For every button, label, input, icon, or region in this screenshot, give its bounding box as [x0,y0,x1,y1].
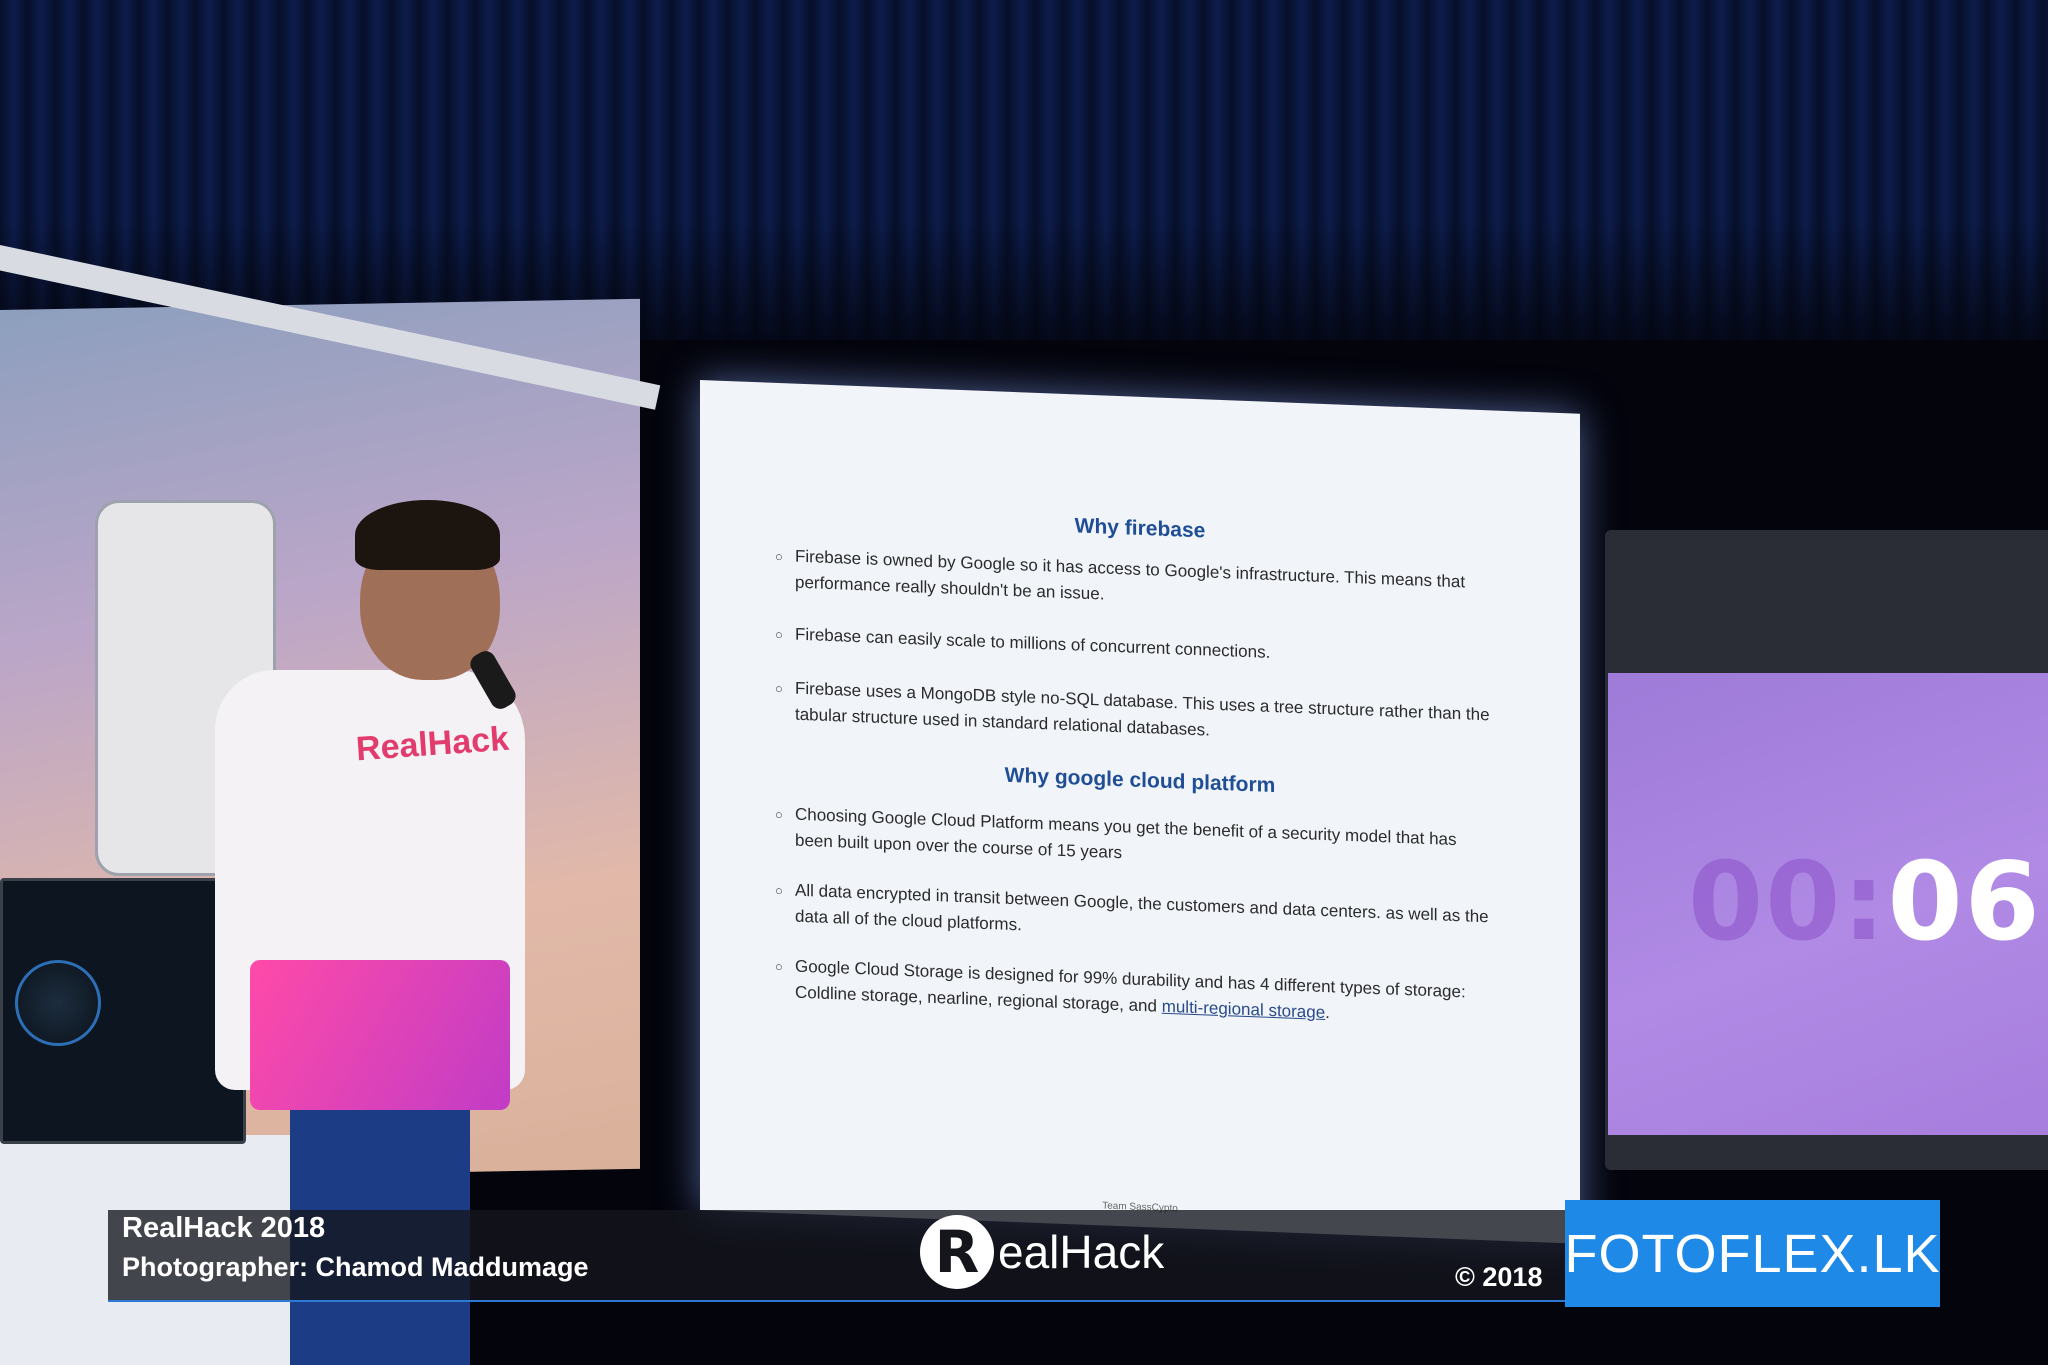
watermark-copyright: © 2018 [1455,1262,1543,1292]
slide-bullet: ○ Choosing Google Cloud Platform means yo… [775,804,1457,863]
realhack-logo: R ealHack [920,1212,1164,1292]
watermark-title: RealHack 2018 [122,1212,326,1244]
slide-bullet: ○ Firebase can easily scale to millions o… [775,624,1271,662]
slide-heading-gcp: Why google cloud platform [1004,763,1276,798]
slide-bullet: ○ All data encrypted in transit between G… [775,880,1489,935]
watermark-photographer: Photographer: Chamod Maddumage [122,1252,589,1282]
photo-scene: Why firebase ○ Firebase is owned by Googl… [0,0,2048,1365]
slide-bullet: ○ Google Cloud Storage is designed for 99… [775,956,1466,1023]
storage-link: multi-regional storage [1161,996,1326,1023]
speaker-hair [355,500,500,570]
presentation-slide: Why firebase ○ Firebase is owned by Googl… [700,380,1580,1244]
fotoflex-brand-badge: FOTOFLEX.LK [1564,1200,1940,1307]
countdown-timer: 00:06: [1688,840,2048,965]
shirt-pattern [250,960,510,1110]
realhack-logo-icon: R [920,1215,994,1289]
realhack-logo-text: ealHack [998,1226,1165,1278]
laptop-sticker-icon [15,960,101,1046]
slide-bullet: ○ Firebase is owned by Google so it has a… [775,546,1466,604]
slide-bullet: ○ Firebase uses a MongoDB style no-SQL da… [775,678,1490,740]
